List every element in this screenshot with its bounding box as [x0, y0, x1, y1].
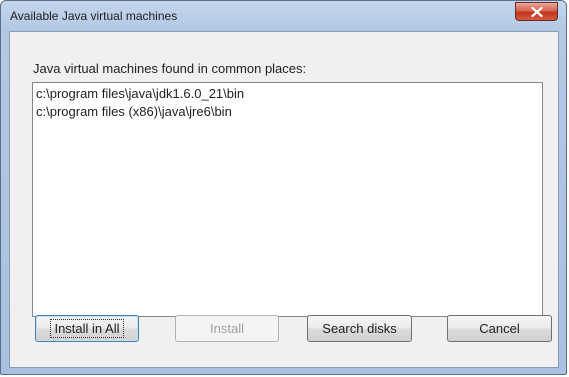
- jvm-list-heading: Java virtual machines found in common pl…: [33, 61, 307, 76]
- search-disks-button[interactable]: Search disks: [307, 315, 412, 342]
- search-disks-label: Search disks: [322, 321, 397, 336]
- title-bar[interactable]: Available Java virtual machines: [1, 1, 566, 31]
- cancel-button[interactable]: Cancel: [447, 315, 552, 342]
- jvm-listbox[interactable]: c:\program files\java\jdk1.6.0_21\bin c:…: [32, 82, 543, 317]
- close-icon: [530, 6, 543, 17]
- dialog-body: Java virtual machines found in common pl…: [9, 31, 559, 368]
- install-in-all-label: Install in All: [50, 319, 124, 338]
- install-label: Install: [210, 321, 244, 336]
- jvm-list-item[interactable]: c:\program files\java\jdk1.6.0_21\bin: [36, 86, 244, 101]
- install-button[interactable]: Install: [175, 315, 279, 342]
- install-in-all-button[interactable]: Install in All: [35, 315, 139, 342]
- dialog-window: Available Java virtual machines Java vir…: [0, 0, 567, 375]
- close-button[interactable]: [515, 2, 558, 21]
- cancel-label: Cancel: [479, 321, 520, 336]
- jvm-list-item[interactable]: c:\program files (x86)\java\jre6\bin: [36, 104, 232, 119]
- window-title: Available Java virtual machines: [10, 9, 178, 23]
